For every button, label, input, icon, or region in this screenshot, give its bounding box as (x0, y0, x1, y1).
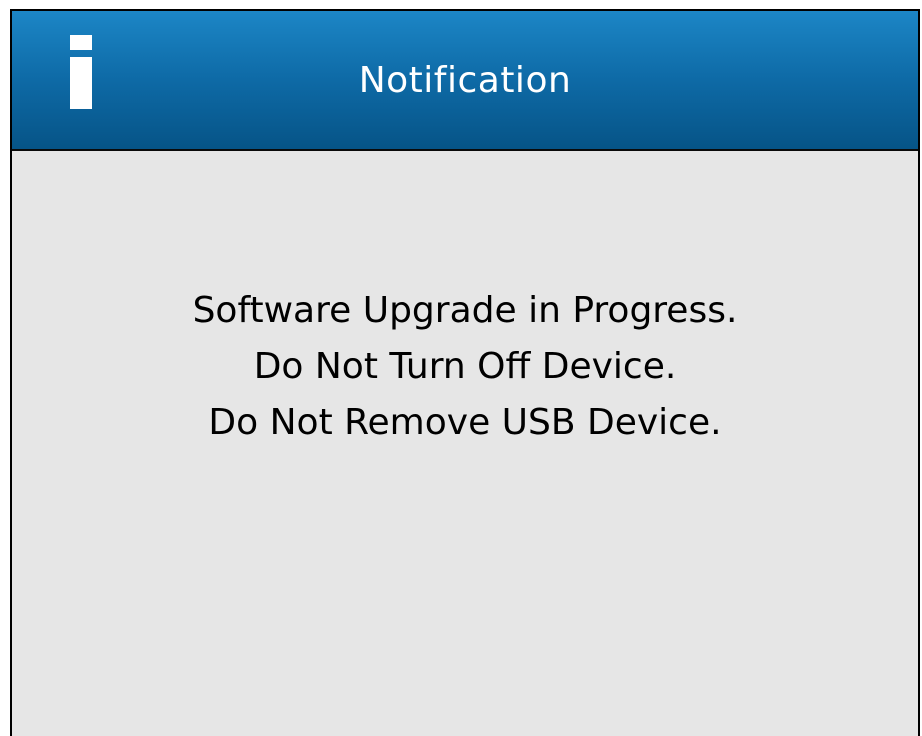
info-icon-dot (70, 35, 92, 50)
message-line-upgrade: Software Upgrade in Progress. (192, 290, 738, 331)
message-line-power: Do Not Turn Off Device. (253, 346, 677, 387)
notification-dialog: Notification Software Upgrade in Progres… (10, 9, 920, 736)
dialog-title-bar: Notification (12, 11, 918, 151)
message-line-usb: Do Not Remove USB Device. (208, 402, 722, 443)
dialog-title: Notification (358, 60, 572, 101)
dialog-message: Software Upgrade in Progress. Do Not Tur… (12, 283, 918, 451)
